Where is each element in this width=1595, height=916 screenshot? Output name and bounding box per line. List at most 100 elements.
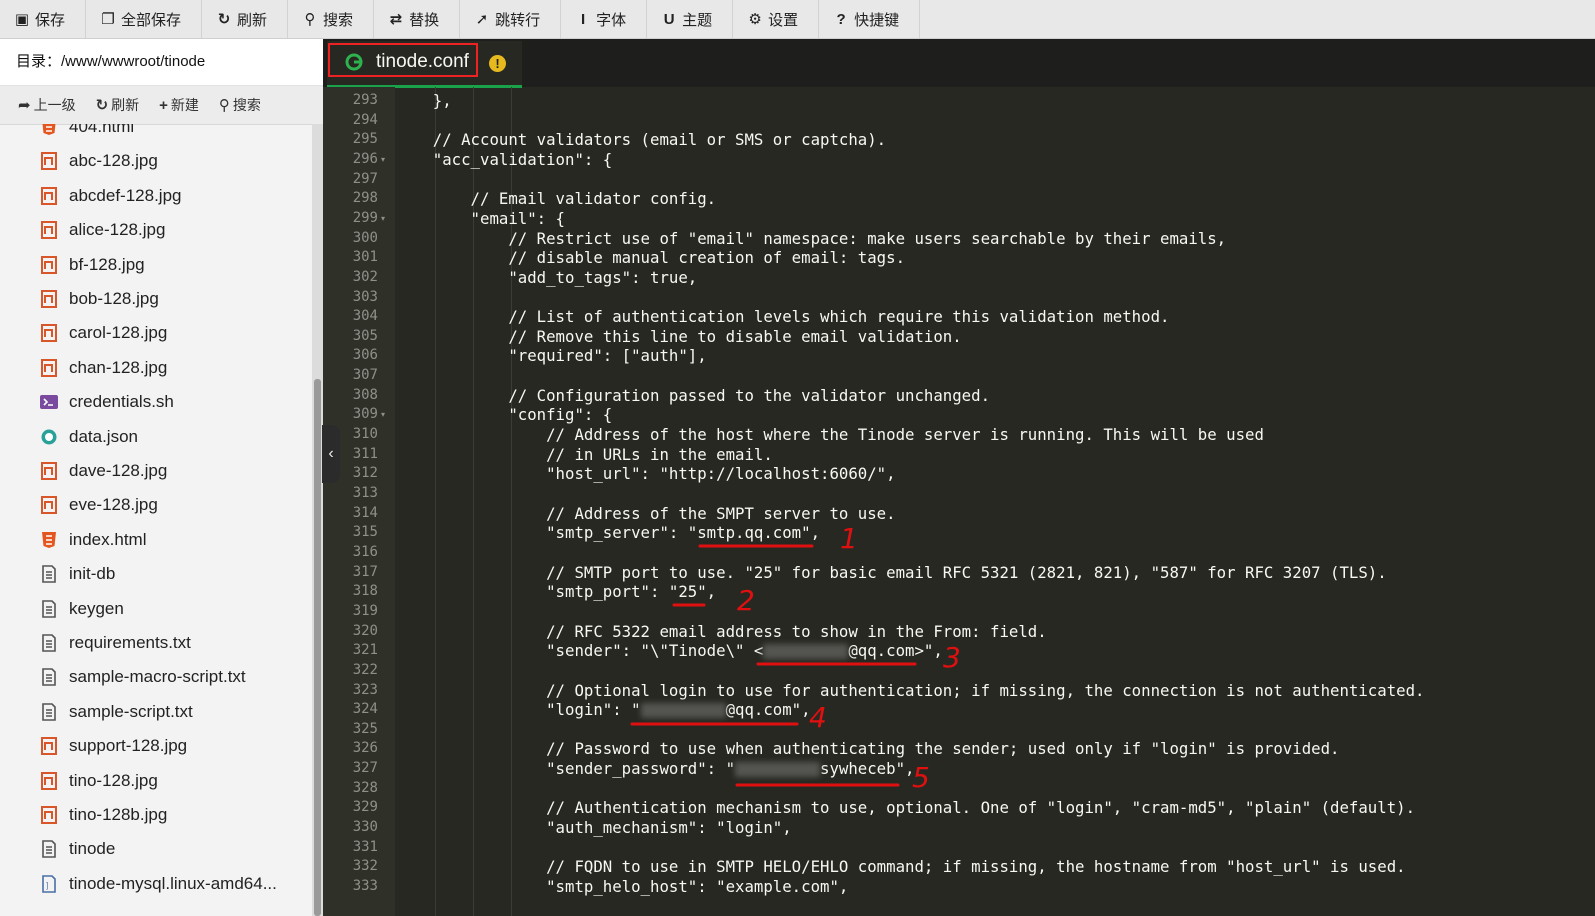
code-line: // SMTP port to use. "25" for basic emai… [395, 563, 1387, 583]
code-line: "acc_validation": { [395, 150, 612, 170]
file-item[interactable]: sample-script.txt [0, 695, 312, 729]
file-item[interactable]: ] tinode-mysql.linux-amd64... [0, 867, 312, 901]
file-item[interactable]: data.json [0, 420, 312, 454]
text-file-icon [40, 840, 58, 859]
code-text: // RFC 5322 email address to show in the… [395, 621, 1047, 641]
refresh-button[interactable]: ↻ 刷新 [202, 0, 289, 38]
code-text: "sender_password": " [395, 759, 736, 779]
fold-arrow-icon[interactable]: ▾ [381, 410, 385, 419]
file-name: alice-128.jpg [69, 220, 166, 240]
code-text-tail: @qq.com>", [848, 641, 943, 661]
code-editor[interactable]: }, // Account validators (email or SMS o… [395, 87, 1595, 916]
file-item[interactable]: 404.html [0, 124, 312, 144]
line-number: 294 [352, 111, 378, 128]
file-item[interactable]: dave-128.jpg [0, 454, 312, 488]
image-icon [40, 806, 58, 824]
text-file-icon [40, 702, 58, 721]
line-number: 303 [352, 288, 378, 305]
save-icon: ▣ [14, 11, 30, 28]
fold-arrow-icon[interactable]: ▾ [381, 155, 385, 164]
file-name: init-db [69, 564, 116, 584]
file-refresh-button[interactable]: ↻ 刷新 [96, 95, 140, 115]
code-line: // Restrict use of "email" namespace: ma… [395, 229, 1226, 249]
file-item[interactable]: sample-macro-script.txt [0, 660, 312, 694]
line-number: 296 [352, 150, 378, 167]
file-item[interactable]: credentials.sh [0, 385, 312, 419]
file-name: chan-128.jpg [69, 357, 168, 377]
image-icon [40, 737, 58, 756]
line-number: 306 [352, 347, 378, 364]
code-text: // in URLs in the email. [395, 444, 773, 464]
new-file-button[interactable]: + 新建 [159, 95, 199, 115]
line-number: 323 [352, 681, 378, 698]
collapse-sidebar-button[interactable]: ‹ [322, 425, 340, 483]
theme-button[interactable]: U 主题 [647, 0, 734, 38]
html-icon [40, 124, 58, 136]
fold-arrow-icon[interactable]: ▾ [381, 214, 385, 223]
file-item[interactable]: abc-128.jpg [0, 144, 312, 178]
code-text-tail: sywheceb", [820, 759, 915, 779]
file-item[interactable]: index.html [0, 523, 312, 557]
file-browser-panel: 目录：/www/wwwroot/tinode ➦ 上一级 ↻ 刷新 + 新建 ⚲ 搜索 … [0, 39, 323, 916]
code-text-tail: @qq.com", [725, 700, 811, 720]
code-text: "required": ["auth"], [395, 346, 707, 366]
tab-tinode-conf[interactable]: tinode.conf ! [327, 41, 522, 88]
file-item[interactable]: alice-128.jpg [0, 213, 312, 247]
line-number: 315 [352, 524, 378, 541]
file-item[interactable]: keygen [0, 592, 312, 626]
file-item[interactable]: bob-128.jpg [0, 282, 312, 316]
file-item[interactable]: requirements.txt [0, 626, 312, 660]
line-number: 324 [352, 701, 378, 718]
shortcuts-button[interactable]: ? 快捷键 [819, 0, 921, 38]
save-all-button[interactable]: ❐ 全部保存 [86, 0, 203, 38]
file-item[interactable]: init-db [0, 557, 312, 591]
file-item[interactable]: eve-128.jpg [0, 488, 312, 522]
html-icon [40, 531, 58, 549]
file-item[interactable]: tino-128b.jpg [0, 798, 312, 832]
code-text: "smtp_port": "25", [395, 582, 717, 602]
goto-line-button[interactable]: ➚ 跳转行 [460, 0, 562, 38]
save-button[interactable]: ▣ 保存 [0, 0, 87, 38]
directory-bar: 目录：/www/wwwroot/tinode [0, 39, 323, 86]
code-text: // FQDN to use in SMTP HELO/EHLO command… [395, 857, 1406, 877]
up-level-button[interactable]: ➦ 上一级 [18, 95, 76, 115]
file-toolbar: ➦ 上一级 ↻ 刷新 + 新建 ⚲ 搜索 [0, 86, 323, 125]
arrow-up-icon: ➦ [18, 97, 31, 114]
file-name: sample-macro-script.txt [69, 667, 246, 687]
line-number: 305 [352, 327, 378, 344]
image-icon [40, 290, 58, 308]
file-item[interactable]: carol-128.jpg [0, 316, 312, 350]
line-number: 299 [352, 209, 378, 226]
file-item[interactable]: chan-128.jpg [0, 351, 312, 385]
code-line: // disable manual creation of email: tag… [395, 248, 905, 268]
refresh-icon: ↻ [217, 11, 231, 28]
file-item[interactable]: support-128.jpg [0, 729, 312, 763]
font-button[interactable]: I 字体 [561, 0, 648, 38]
settings-button[interactable]: ⚙ 设置 [733, 0, 820, 38]
text-file-icon [40, 565, 58, 583]
file-item[interactable]: abcdef-128.jpg [0, 179, 312, 213]
theme-icon: U [663, 10, 675, 28]
main-toolbar: ▣ 保存 ❐ 全部保存 ↻ 刷新 ⚲ 搜索 ⇄ 替换 ➚ 跳转行 I 字体 U 主题 ⚙ 设置 ?… [0, 0, 1595, 39]
file-item[interactable]: tinode [0, 832, 312, 866]
replace-button[interactable]: ⇄ 替换 [374, 0, 461, 38]
line-number: 327 [352, 760, 378, 777]
code-text: "auth_mechanism": "login", [395, 818, 792, 838]
image-icon [40, 496, 58, 515]
code-text: "smtp_helo_host": "example.com", [395, 877, 849, 896]
line-number: 307 [352, 367, 378, 384]
code-text: // Configuration passed to the validator… [395, 385, 991, 405]
file-search-button[interactable]: ⚲ 搜索 [219, 95, 261, 115]
code-text: "email": { [395, 208, 566, 228]
file-list-scrollbar[interactable] [312, 124, 323, 916]
plus-icon: + [159, 96, 168, 114]
image-icon [40, 358, 58, 377]
search-button[interactable]: ⚲ 搜索 [288, 0, 375, 38]
scrollbar-thumb[interactable] [314, 379, 321, 916]
file-name: sample-script.txt [69, 701, 193, 721]
line-number-gutter: 293 294 295 296 ▾ 297 298 299 ▾ 300 301 302 303 304 30… [323, 87, 395, 916]
file-name: credentials.sh [69, 392, 174, 412]
file-item[interactable]: bf-128.jpg [0, 248, 312, 282]
file-item[interactable]: tino-128.jpg [0, 764, 312, 798]
file-name: tino-128.jpg [69, 770, 158, 790]
